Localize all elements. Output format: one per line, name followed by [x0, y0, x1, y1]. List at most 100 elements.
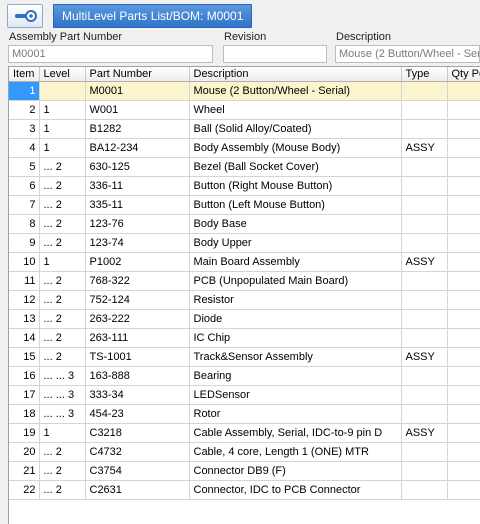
cell-description[interactable]: Cable Assembly, Serial, IDC-to-9 pin D [189, 423, 402, 443]
cell-description[interactable]: Body Upper [189, 233, 402, 253]
cell-qty-per[interactable] [447, 461, 480, 481]
cell-qty-per[interactable] [447, 138, 480, 158]
cell-description[interactable]: Mouse (2 Button/Wheel - Serial) [189, 81, 402, 101]
table-row[interactable]: 14... 2 263-111 IC Chip [9, 328, 480, 348]
table-row[interactable]: 9... 2 123-74 Body Upper [9, 233, 480, 253]
cell-part-number[interactable]: 333-34 [85, 385, 190, 405]
table-row[interactable]: 3 1 B1282 Ball (Solid Alloy/Coated) [9, 119, 480, 139]
cell-type[interactable] [401, 271, 448, 291]
cell-part-number[interactable]: 123-74 [85, 233, 190, 253]
table-row[interactable]: 15... 2 TS-1001 Track&Sensor Assembly ASSY [9, 347, 480, 367]
cell-level[interactable]: ... ... 3 [39, 404, 86, 424]
cell-part-number[interactable]: 335-11 [85, 195, 190, 215]
column-header-item[interactable]: Item [9, 67, 40, 82]
cell-description[interactable]: Ball (Solid Alloy/Coated) [189, 119, 402, 139]
cell-type[interactable] [401, 176, 448, 196]
column-header-type[interactable]: Type [401, 67, 448, 82]
cell-item[interactable]: 5 [9, 157, 40, 177]
cell-part-number[interactable]: C4732 [85, 442, 190, 462]
cell-description[interactable]: Button (Left Mouse Button) [189, 195, 402, 215]
cell-qty-per[interactable] [447, 176, 480, 196]
cell-description[interactable]: Button (Right Mouse Button) [189, 176, 402, 196]
table-row[interactable]: 12... 2 752-124 Resistor [9, 290, 480, 310]
cell-type[interactable] [401, 309, 448, 329]
cell-description[interactable]: LEDSensor [189, 385, 402, 405]
cell-description[interactable]: Main Board Assembly [189, 252, 402, 272]
cell-item[interactable]: 8 [9, 214, 40, 234]
cell-qty-per[interactable] [447, 480, 480, 500]
cell-item[interactable]: 20 [9, 442, 40, 462]
tools-button[interactable] [7, 4, 43, 28]
cell-item[interactable]: 12 [9, 290, 40, 310]
cell-level[interactable]: 1 [39, 138, 86, 158]
cell-type[interactable]: ASSY [401, 423, 448, 443]
table-row[interactable]: 17... ... 3 333-34 LEDSensor [9, 385, 480, 405]
cell-item[interactable]: 15 [9, 347, 40, 367]
cell-item[interactable]: 13 [9, 309, 40, 329]
cell-part-number[interactable]: C3754 [85, 461, 190, 481]
table-row[interactable]: 8... 2 123-76 Body Base [9, 214, 480, 234]
cell-level[interactable]: ... 2 [39, 195, 86, 215]
cell-qty-per[interactable] [447, 100, 480, 120]
cell-qty-per[interactable] [447, 271, 480, 291]
cell-item[interactable]: 9 [9, 233, 40, 253]
table-row[interactable]: 1 M0001 Mouse (2 Button/Wheel - Serial) [9, 81, 480, 101]
cell-type[interactable] [401, 233, 448, 253]
cell-type[interactable] [401, 81, 448, 101]
cell-description[interactable]: Track&Sensor Assembly [189, 347, 402, 367]
cell-qty-per[interactable] [447, 347, 480, 367]
cell-level[interactable]: ... 2 [39, 328, 86, 348]
table-row[interactable]: 4 1 BA12-234 Body Assembly (Mouse Body) ASSY [9, 138, 480, 158]
cell-type[interactable] [401, 100, 448, 120]
cell-qty-per[interactable] [447, 119, 480, 139]
cell-part-number[interactable]: 123-76 [85, 214, 190, 234]
cell-item[interactable]: 22 [9, 480, 40, 500]
bom-title-tab[interactable]: MultiLevel Parts List/BOM: M0001 [53, 4, 252, 28]
table-row[interactable]: 10 1 P1002 Main Board Assembly ASSY [9, 252, 480, 272]
cell-description[interactable]: Cable, 4 core, Length 1 (ONE) MTR [189, 442, 402, 462]
cell-part-number[interactable]: M0001 [85, 81, 190, 101]
cell-type[interactable] [401, 214, 448, 234]
cell-part-number[interactable]: TS-1001 [85, 347, 190, 367]
table-row[interactable]: 22... 2 C2631 Connector, IDC to PCB Connec… [9, 480, 480, 500]
assembly-part-number-field[interactable]: M0001 [8, 45, 213, 63]
cell-type[interactable] [401, 157, 448, 177]
cell-item[interactable]: 18 [9, 404, 40, 424]
cell-type[interactable] [401, 385, 448, 405]
column-header-part-number[interactable]: Part Number [85, 67, 190, 82]
cell-level[interactable] [39, 81, 86, 101]
cell-part-number[interactable]: 263-111 [85, 328, 190, 348]
table-row[interactable]: 19 1 C3218 Cable Assembly, Serial, IDC-to-9… [9, 423, 480, 443]
cell-qty-per[interactable] [447, 252, 480, 272]
cell-type[interactable] [401, 442, 448, 462]
cell-item[interactable]: 11 [9, 271, 40, 291]
cell-type[interactable] [401, 290, 448, 310]
cell-part-number[interactable]: B1282 [85, 119, 190, 139]
cell-part-number[interactable]: 454-23 [85, 404, 190, 424]
cell-item[interactable]: 2 [9, 100, 40, 120]
cell-qty-per[interactable] [447, 366, 480, 386]
cell-item[interactable]: 10 [9, 252, 40, 272]
table-row[interactable]: 11... 2 768-322 PCB (Unpopulated Main Boar… [9, 271, 480, 291]
cell-part-number[interactable]: 263-222 [85, 309, 190, 329]
column-header-level[interactable]: Level [39, 67, 86, 82]
cell-level[interactable]: ... 2 [39, 233, 86, 253]
cell-part-number[interactable]: P1002 [85, 252, 190, 272]
cell-description[interactable]: IC Chip [189, 328, 402, 348]
cell-part-number[interactable]: 630-125 [85, 157, 190, 177]
cell-part-number[interactable]: 768-322 [85, 271, 190, 291]
cell-description[interactable]: Body Base [189, 214, 402, 234]
cell-qty-per[interactable] [447, 328, 480, 348]
cell-item[interactable]: 4 [9, 138, 40, 158]
column-header-qty-per[interactable]: Qty Per [447, 67, 480, 82]
cell-qty-per[interactable] [447, 404, 480, 424]
revision-field[interactable] [223, 45, 327, 63]
cell-level[interactable]: 1 [39, 423, 86, 443]
cell-part-number[interactable]: C2631 [85, 480, 190, 500]
description-field[interactable]: Mouse (2 Button/Wheel - Serial) [335, 45, 480, 63]
cell-item[interactable]: 6 [9, 176, 40, 196]
table-row[interactable]: 7... 2 335-11 Button (Left Mouse Button) [9, 195, 480, 215]
cell-type[interactable] [401, 404, 448, 424]
table-row[interactable]: 18... ... 3 454-23 Rotor [9, 404, 480, 424]
cell-item[interactable]: 7 [9, 195, 40, 215]
